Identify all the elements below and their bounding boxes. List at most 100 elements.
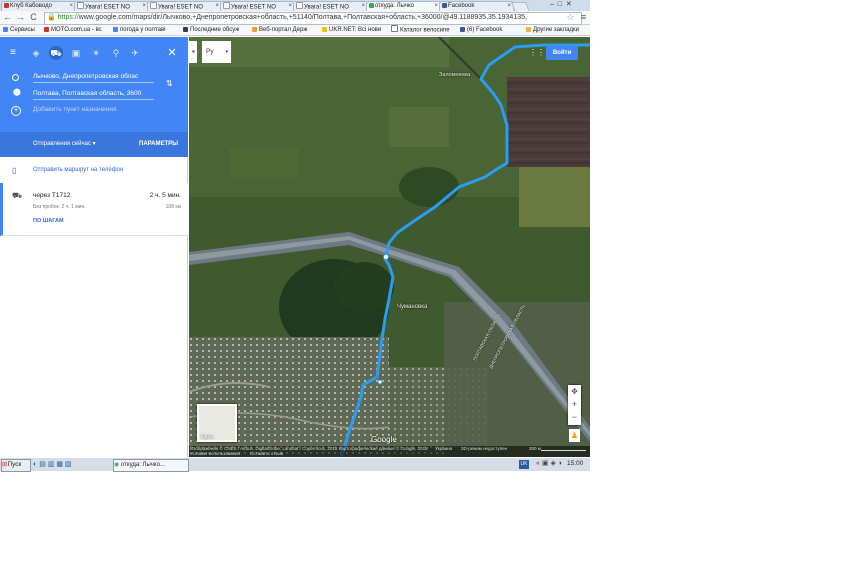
collapse-panel-button[interactable]: ◂ [189, 41, 197, 63]
place-label: Заломнянка [439, 72, 471, 78]
close-icon[interactable]: × [69, 2, 73, 11]
directions-panel: ≡ ◈ ⛟ ▣ ✶ ⚲ ✈ ✕ Лычково, Днепропетровска… [0, 37, 191, 457]
zoom-in-button[interactable]: + [568, 398, 581, 411]
transit-mode-icon[interactable]: ▣ [69, 46, 83, 60]
app-icon[interactable]: ▦ [56, 461, 63, 468]
send-to-phone-row[interactable]: ▯ Отправить маршрут на телефон [0, 159, 188, 184]
field-area [507, 77, 590, 167]
route-option[interactable]: ⛟ через Т1712 2 ч. 5 мин. Без пробок: 2 … [0, 183, 191, 236]
language-indicator[interactable]: UK [519, 460, 529, 469]
tab-label: Увага! ESET NO [304, 4, 349, 11]
favicon-icon [4, 2, 9, 8]
country-link[interactable]: Украина [435, 446, 452, 452]
map-footer: Изображения © CNES / Airbus, DigitalGlob… [189, 446, 590, 457]
signin-button[interactable]: Войти [546, 46, 578, 60]
send-to-phone-link[interactable]: Отправить маршрут на телефон [33, 167, 123, 173]
back-icon[interactable]: ← [3, 12, 12, 23]
feedback-link[interactable]: Оставить отзыв [250, 451, 283, 457]
bookmark-moto[interactable]: MOTO.com.ua - вс [44, 25, 102, 35]
url-text: www.google.com/maps/dir/Лычково,+Днепроп… [78, 14, 527, 21]
google-icon [113, 26, 118, 32]
page-icon [223, 2, 230, 9]
tab-label: Увага! ESET NO [158, 4, 203, 11]
chevron-icon[interactable]: « [536, 460, 540, 467]
minimize-icon[interactable]: – [550, 1, 554, 8]
options-button[interactable]: ПАРАМЕТРЫ [139, 132, 178, 157]
details-link[interactable]: ПО ШАГАМ [33, 218, 64, 224]
close-icon[interactable]: × [361, 2, 365, 11]
close-window-icon[interactable]: ✕ [566, 1, 572, 8]
hamburger-menu-icon[interactable]: ≡ [10, 46, 22, 60]
pegman-icon[interactable]: ♟ [569, 429, 580, 442]
app2-icon[interactable]: ▧ [65, 461, 72, 468]
route-distance: 108 км [165, 204, 181, 210]
reload-icon[interactable]: C [29, 12, 38, 23]
antivirus-icon[interactable]: ◈ [550, 460, 555, 467]
best-route-icon[interactable]: ◈ [29, 46, 43, 60]
flight-mode-icon[interactable]: ✈ [128, 46, 142, 60]
bookmark-forum[interactable]: Последние обсуж [183, 25, 239, 35]
dropdown-arrow-icon: ▾ [225, 49, 228, 55]
bookmark-bikes[interactable]: Каталог велосипе [391, 25, 450, 35]
tab-label: откуда: Лычко [375, 3, 415, 9]
desktop-icon[interactable]: ▤ [39, 461, 46, 468]
page-icon [150, 2, 157, 9]
satellite-map[interactable]: ◂ Ру ▾ ⋮⋮ Войти Заломнянка Чумановка ПОЛТ… [189, 37, 590, 457]
scale-label[interactable]: 300 м [529, 446, 541, 452]
facebook-icon [460, 26, 465, 32]
menu-icon[interactable]: ≡ [579, 12, 588, 23]
swap-icon[interactable]: ⇅ [166, 79, 173, 88]
favicon-icon [44, 26, 49, 32]
bookmark-portal[interactable]: Веб-портал Держ [252, 25, 307, 35]
apps-grid-icon[interactable]: ⋮⋮ [529, 48, 545, 58]
route-via: через Т1712 [33, 192, 71, 199]
taskbar-window-button[interactable]: ◉ откуда: Лычко... [113, 459, 189, 472]
destination-input[interactable]: Полтава, Полтавская область, 3600 [33, 88, 154, 100]
apps-icon [3, 26, 8, 32]
volume-icon[interactable]: ◑ [558, 460, 562, 467]
ie-icon[interactable]: ◐ [33, 461, 37, 468]
url-scheme: https:// [57, 14, 79, 21]
star-icon[interactable]: ☆ [566, 12, 575, 23]
add-destination-input[interactable]: Добавить пункт назначения [33, 104, 154, 115]
page-icon [391, 25, 398, 32]
close-icon[interactable]: × [215, 2, 219, 11]
start-button[interactable]: ⊞Пуск [1, 459, 31, 472]
url-field[interactable]: 🔒 https://www.google.com/maps/dir/Лычков… [44, 12, 582, 25]
language-selector[interactable]: Ру ▾ [202, 41, 231, 63]
car-mode-icon[interactable]: ⛟ [49, 46, 63, 60]
bookmark-weather[interactable]: погода у полтаві [113, 25, 166, 35]
quicklaunch-icons: ◐ ▤ ▥ ▦ ▧ [33, 460, 72, 468]
favicon-icon [252, 26, 257, 32]
network-icon[interactable]: ▣ [542, 460, 549, 467]
folder-icon [526, 26, 531, 32]
compass-icon[interactable]: ✥ [568, 385, 581, 398]
zoom-out-button[interactable]: − [568, 411, 581, 424]
add-destination-icon[interactable]: + [11, 106, 21, 116]
explorer-icon[interactable]: ▥ [48, 461, 55, 468]
close-icon[interactable]: × [142, 2, 146, 11]
close-directions-icon[interactable]: ✕ [165, 46, 179, 60]
terms-link[interactable]: Условия использования [190, 451, 240, 457]
close-icon[interactable]: × [507, 2, 511, 11]
depart-now-dropdown[interactable]: Отправления сейчас ▾ [33, 132, 96, 157]
tab-label: Facebook [448, 3, 475, 9]
scale-bar [541, 450, 586, 451]
bike-mode-icon[interactable]: ⚲ [109, 46, 123, 60]
bookmark-other[interactable]: Другие закладки [526, 25, 579, 35]
forward-icon[interactable]: → [16, 12, 25, 23]
bookmark-ukrnet[interactable]: UKR.NET: Всі нови [322, 25, 381, 35]
bookmark-apps[interactable]: Сервисы [3, 25, 35, 35]
close-icon[interactable]: × [434, 2, 438, 11]
page-icon [296, 2, 303, 9]
lock-icon: 🔒 [47, 14, 56, 21]
maximize-icon[interactable]: □ [558, 1, 562, 8]
close-icon[interactable]: × [288, 2, 292, 11]
bookmark-facebook[interactable]: (6) Facebook [460, 25, 502, 35]
map-view-toggle[interactable]: Карта [197, 404, 237, 442]
origin-input[interactable]: Лычково, Днепропетровская облас [33, 71, 154, 83]
destination-pin-icon: ⬤ [13, 89, 21, 96]
walk-mode-icon[interactable]: ✶ [89, 46, 103, 60]
tray-icons: « ▣ ◈ ◑ [536, 459, 562, 467]
page-icon [77, 2, 84, 9]
